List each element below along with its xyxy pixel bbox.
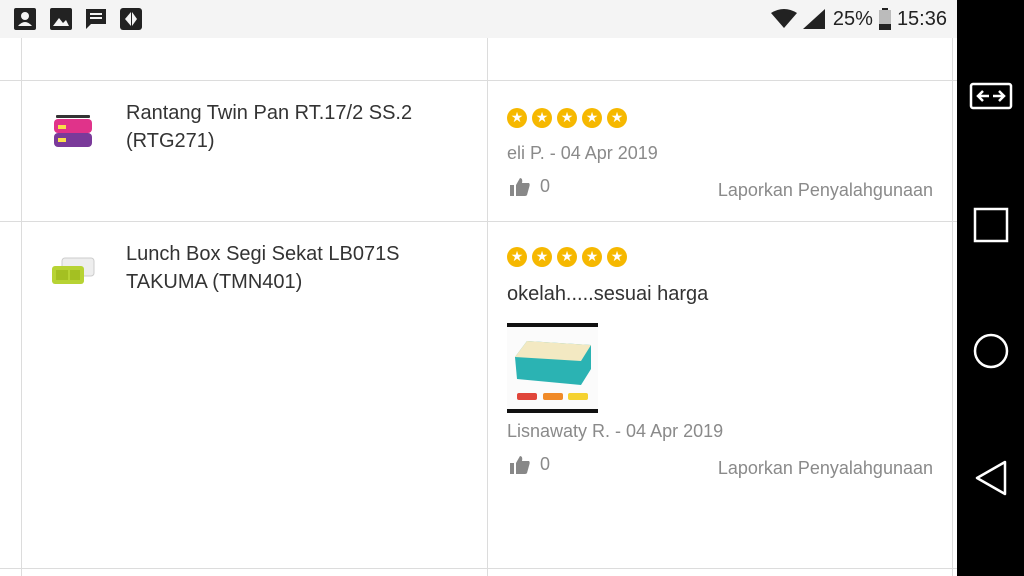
- star-icon: [557, 108, 577, 128]
- screen-switch-icon: [969, 82, 1012, 110]
- thumbs-up-icon: [510, 455, 530, 474]
- report-abuse-link[interactable]: Laporkan Penyalahgunaan: [718, 458, 933, 479]
- like-button[interactable]: 0: [510, 176, 550, 197]
- review-photo[interactable]: [507, 323, 598, 413]
- rating-stars: [507, 108, 627, 128]
- image-icon: [50, 8, 72, 30]
- review-row: Rantang Twin Pan RT.17/2 SS.2 (RTG271) e…: [0, 81, 957, 221]
- message-icon: [86, 9, 106, 29]
- product-name[interactable]: Lunch Box Segi Sekat LB071S TAKUMA (TMN4…: [126, 240, 466, 296]
- star-icon: [532, 108, 552, 128]
- star-icon: [582, 247, 602, 267]
- like-count: 0: [540, 176, 551, 196]
- star-icon: [532, 247, 552, 267]
- star-icon: [507, 108, 527, 128]
- home-icon: [973, 333, 1008, 369]
- star-icon: [557, 247, 577, 267]
- clock: 15:36: [896, 7, 947, 30]
- home-button[interactable]: [957, 333, 1024, 369]
- contact-icon: [14, 8, 36, 30]
- like-count: 0: [540, 454, 551, 474]
- star-icon: [507, 247, 527, 267]
- navigation-bar: [957, 0, 1024, 576]
- recents-button[interactable]: [957, 207, 1024, 243]
- battery-percent: 25%: [832, 7, 873, 30]
- back-button[interactable]: [957, 460, 1024, 496]
- star-icon: [607, 108, 627, 128]
- report-abuse-link[interactable]: Laporkan Penyalahgunaan: [718, 180, 933, 201]
- thumbs-up-icon: [510, 177, 530, 196]
- reviewer-date: Lisnawaty R. - 04 Apr 2019: [507, 421, 724, 441]
- wifi-icon: [770, 9, 797, 28]
- product-name[interactable]: Rantang Twin Pan RT.17/2 SS.2 (RTG271): [126, 99, 466, 155]
- rating-stars: [507, 247, 627, 267]
- recents-icon: [973, 207, 1008, 243]
- like-button[interactable]: 0: [510, 454, 550, 475]
- review-list: Rantang Twin Pan RT.17/2 SS.2 (RTG271) e…: [0, 38, 957, 576]
- signal-icon: [802, 9, 825, 29]
- divider: [0, 568, 957, 569]
- star-icon: [607, 247, 627, 267]
- status-bar: 25% 15:36: [0, 0, 957, 38]
- product-thumbnail[interactable]: [48, 252, 98, 296]
- product-thumbnail[interactable]: [48, 111, 98, 155]
- review-row: Lunch Box Segi Sekat LB071S TAKUMA (TMN4…: [0, 222, 957, 568]
- screen-switch-button[interactable]: [957, 80, 1024, 114]
- back-icon: [975, 460, 1006, 496]
- lunch-box-photo: [507, 327, 598, 409]
- app-icon: [120, 8, 142, 30]
- reviewer-date: eli P. - 04 Apr 2019: [507, 143, 658, 163]
- battery-icon: [878, 8, 891, 30]
- status-right: 25% 15:36: [770, 0, 947, 38]
- review-text: okelah.....sesuai harga: [507, 283, 709, 305]
- star-icon: [582, 108, 602, 128]
